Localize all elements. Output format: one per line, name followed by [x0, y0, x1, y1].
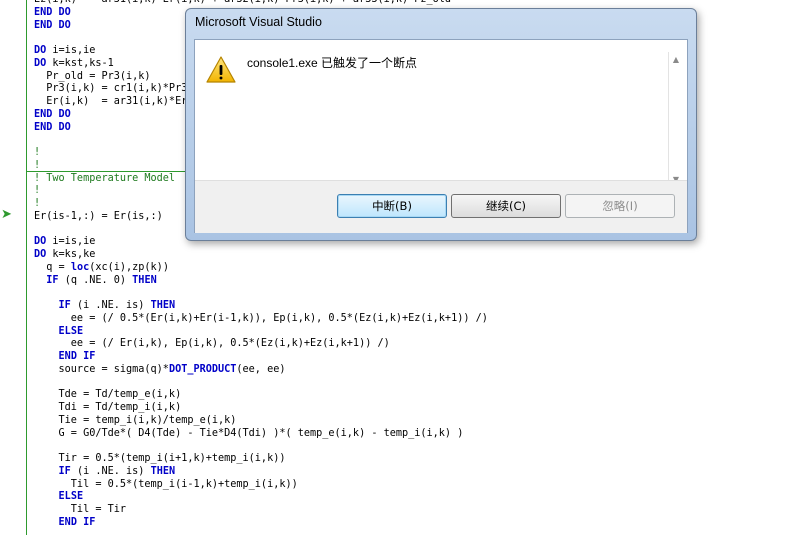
code-line[interactable]: source = sigma(q)*DOT_PRODUCT(ee, ee) — [34, 364, 488, 377]
code-line[interactable]: ELSE — [34, 491, 488, 504]
code-line[interactable] — [34, 440, 488, 453]
dialog-message: console1.exe 已触发了一个断点 — [247, 56, 418, 70]
code-line[interactable]: Ez(i,k) = ar31(i,k)*Er(i,k) + ar32(i,k)*… — [34, 0, 488, 7]
code-line[interactable]: END IF — [34, 351, 488, 364]
code-line[interactable]: END IF — [34, 517, 488, 530]
code-line[interactable]: Tde = Td/temp_e(i,k) — [34, 389, 488, 402]
code-line[interactable]: Tdi = Td/temp_i(i,k) — [34, 402, 488, 415]
code-line[interactable]: q = loc(xc(i),zp(k)) — [34, 262, 488, 275]
continue-button[interactable]: 继续(C) — [451, 194, 561, 218]
code-line[interactable]: IF (i .NE. is) THEN — [34, 300, 488, 313]
code-line[interactable]: ELSE — [34, 326, 488, 339]
message-scrollbar[interactable]: ▲ ▼ — [668, 52, 683, 188]
scroll-up-icon[interactable]: ▲ — [672, 56, 680, 64]
code-line[interactable]: IF (q .NE. 0) THEN — [34, 275, 488, 288]
warning-icon — [206, 56, 236, 83]
ignore-button[interactable]: 忽略(I) — [565, 194, 675, 218]
code-line[interactable]: IF (i .NE. is) THEN — [34, 466, 488, 479]
code-line[interactable]: ee = (/ Er(i,k), Ep(i,k), 0.5*(Ez(i,k)+E… — [34, 338, 488, 351]
dialog-titlebar[interactable]: Microsoft Visual Studio — [186, 9, 696, 37]
code-line[interactable] — [34, 377, 488, 390]
code-line[interactable]: G = G0/Tde*( D4(Tde) - Tie*D4(Tdi) )*( t… — [34, 428, 488, 441]
code-line[interactable]: Tir = 0.5*(temp_i(i+1,k)+temp_i(i,k)) — [34, 453, 488, 466]
message-dialog: Microsoft Visual Studio console1.exe 已触发… — [185, 8, 697, 241]
dialog-title: Microsoft Visual Studio — [195, 15, 322, 29]
code-line[interactable]: ee = (/ 0.5*(Er(i,k)+Er(i-1,k)), Ep(i,k)… — [34, 313, 488, 326]
outlining-bar — [26, 0, 27, 535]
code-line[interactable]: Til = 0.5*(temp_i(i-1,k)+temp_i(i,k)) — [34, 479, 488, 492]
code-line[interactable]: Tie = temp_i(i,k)/temp_e(i,k) — [34, 415, 488, 428]
dialog-button-bar: 中断(B) 继续(C) 忽略(I) — [195, 180, 687, 233]
indicator-margin[interactable] — [0, 0, 26, 535]
dialog-client: console1.exe 已触发了一个断点 ▲ ▼ 中断(B) 继续(C) 忽略… — [194, 39, 688, 233]
code-line[interactable]: Til = Tir — [34, 504, 488, 517]
code-line[interactable]: DO k=ks,ke — [34, 249, 488, 262]
break-button[interactable]: 中断(B) — [337, 194, 447, 218]
current-statement-arrow-icon: ➤ — [1, 207, 12, 222]
code-line[interactable] — [34, 287, 488, 300]
